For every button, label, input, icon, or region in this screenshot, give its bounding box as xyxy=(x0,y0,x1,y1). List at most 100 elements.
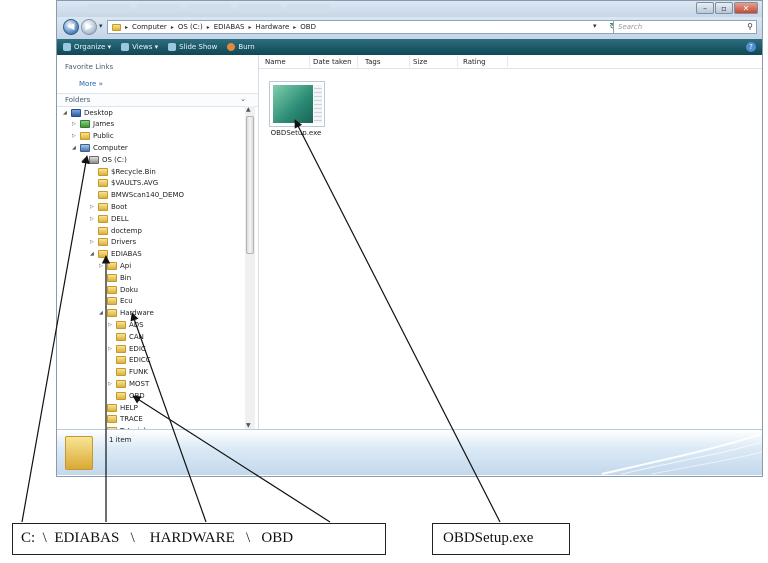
more-link[interactable]: More » xyxy=(79,80,103,88)
tree-item[interactable]: ▷ MOST xyxy=(108,378,149,389)
tree-item[interactable]: ◢ Computer xyxy=(72,142,128,153)
expand-toggle-icon[interactable]: ▷ xyxy=(90,216,95,222)
forward-button[interactable]: ▶ xyxy=(81,19,97,35)
tree-item[interactable]: CAN xyxy=(108,331,144,342)
views-icon xyxy=(121,43,130,51)
breadcrumb-separator[interactable]: ▸ xyxy=(207,24,210,31)
scroll-up-icon[interactable]: ▲ xyxy=(246,106,251,113)
address-dropdown[interactable]: ▾ xyxy=(593,22,597,30)
tree-item-label: CAN xyxy=(129,332,144,341)
expand-toggle-icon[interactable]: ▷ xyxy=(72,121,77,127)
expand-toggle-icon[interactable]: ▷ xyxy=(90,204,95,210)
folders-header[interactable]: Folders ⌄ xyxy=(57,93,258,107)
tree-item[interactable]: ▷ ADS xyxy=(108,319,144,330)
tree-item[interactable]: ▷ Api xyxy=(99,260,131,271)
breadcrumb-separator[interactable]: ▸ xyxy=(125,24,128,31)
folder-icon xyxy=(107,309,117,318)
tree-item[interactable]: ◢ Desktop xyxy=(63,107,113,118)
folder-icon xyxy=(98,167,108,176)
back-button[interactable]: ◀ xyxy=(63,19,79,35)
column-divider[interactable] xyxy=(507,56,508,67)
column-divider[interactable] xyxy=(409,56,410,67)
expand-toggle-icon[interactable]: ▷ xyxy=(72,133,77,139)
search-icon[interactable]: ⚲ xyxy=(747,21,753,33)
tree-item[interactable]: $Recycle.Bin xyxy=(90,166,156,177)
breadcrumb-item[interactable]: OS (C:) xyxy=(178,23,203,31)
expand-toggle-icon[interactable]: ▷ xyxy=(108,381,113,387)
item-count: 1 item xyxy=(109,436,132,444)
column-header-item[interactable]: Date taken xyxy=(313,58,352,66)
expand-toggle-icon[interactable]: ◢ xyxy=(99,310,104,316)
tree-item[interactable]: ▷ James xyxy=(72,119,114,130)
maximize-button[interactable]: ▫ xyxy=(715,2,733,14)
expand-toggle-icon[interactable]: ◢ xyxy=(63,110,68,116)
tree-item[interactable]: doctemp xyxy=(90,225,142,236)
breadcrumb-item[interactable]: EDIABAS xyxy=(214,23,245,31)
tree-item[interactable]: Doku xyxy=(99,284,138,295)
column-divider[interactable] xyxy=(457,56,458,67)
tree-item-label: Drivers xyxy=(111,238,137,247)
title-bar: – ▫ ✕ xyxy=(57,1,762,17)
breadcrumb-item[interactable]: OBD xyxy=(300,23,316,31)
column-divider[interactable] xyxy=(309,56,310,67)
column-divider[interactable] xyxy=(357,56,358,67)
column-header-item[interactable]: Name xyxy=(265,58,286,66)
expand-toggle-icon[interactable]: ▷ xyxy=(90,239,95,245)
file-name: OBDSetup.exe xyxy=(270,129,322,137)
toolbar-button[interactable]: Slide Show xyxy=(168,43,217,51)
tree-item[interactable]: ▷ Boot xyxy=(90,201,127,212)
chevron-down-icon[interactable]: ⌄ xyxy=(240,95,246,103)
tree-item[interactable]: Ecu xyxy=(99,296,133,307)
breadcrumb-item[interactable]: Computer xyxy=(132,23,167,31)
tree-item[interactable]: OBD xyxy=(108,390,145,401)
breadcrumb-separator[interactable]: ▸ xyxy=(171,24,174,31)
tree-scrollbar[interactable]: ▲ ▼ xyxy=(245,106,255,429)
close-button[interactable]: ✕ xyxy=(734,2,758,14)
folder-icon xyxy=(116,344,126,353)
tree-item[interactable]: ▷ Drivers xyxy=(90,237,136,248)
tree-item[interactable]: ▷ Public xyxy=(72,131,114,142)
recent-pages-dropdown[interactable]: ▾ xyxy=(99,22,103,30)
tree-item[interactable]: ◢ OS (C:) xyxy=(81,154,127,165)
breadcrumb-separator[interactable]: ▸ xyxy=(293,24,296,31)
breadcrumb-item[interactable]: Hardware xyxy=(255,23,289,31)
breadcrumb-separator[interactable]: ▸ xyxy=(248,24,251,31)
tree-item[interactable]: $VAULTS.AVG xyxy=(90,178,158,189)
file-thumbnail xyxy=(269,81,325,127)
expand-toggle-icon[interactable]: ▷ xyxy=(99,263,104,269)
toolbar-button[interactable]: Burn xyxy=(227,43,255,51)
folder-icon xyxy=(116,379,126,388)
help-icon[interactable]: ? xyxy=(746,42,756,52)
expand-toggle-icon[interactable]: ▷ xyxy=(108,322,113,328)
column-header-item[interactable]: Size xyxy=(413,58,427,66)
tree-item[interactable]: Bin xyxy=(99,272,131,283)
folder-icon xyxy=(107,297,117,306)
expand-toggle-icon[interactable]: ◢ xyxy=(81,157,86,163)
scroll-down-icon[interactable]: ▼ xyxy=(246,422,251,429)
column-header-item[interactable]: Rating xyxy=(463,58,486,66)
scrollbar-thumb[interactable] xyxy=(246,116,254,254)
tree-item-label: Doku xyxy=(120,285,138,294)
details-pane: 1 item xyxy=(57,429,762,475)
expand-toggle-icon[interactable]: ◢ xyxy=(72,145,77,151)
expand-toggle-icon[interactable]: ▷ xyxy=(108,346,113,352)
tree-item[interactable]: FUNK xyxy=(108,367,148,378)
folder-icon xyxy=(112,23,121,31)
tree-item[interactable]: EDICC xyxy=(108,355,151,366)
tree-item[interactable]: ▷ DELL xyxy=(90,213,129,224)
toolbar-button[interactable]: Organize ▾ xyxy=(63,43,111,51)
tree-item[interactable]: BMWScan140_DEMO xyxy=(90,190,184,201)
tree-item[interactable]: ◢ Hardware xyxy=(99,308,154,319)
search-input[interactable]: Search ⚲ xyxy=(613,20,757,34)
tree-item[interactable]: ▷ EDIC xyxy=(108,343,146,354)
address-bar[interactable]: ▸ Computer ▸ OS (C:) ▸ EDIABAS ▸ Hardware ▸ OBD xyxy=(107,20,625,34)
tree-item[interactable]: HELP xyxy=(99,402,138,413)
tree-item[interactable]: ◢ EDIABAS xyxy=(90,249,142,260)
folder-icon xyxy=(107,403,117,412)
slideshow-icon xyxy=(168,43,177,51)
expand-toggle-icon[interactable]: ◢ xyxy=(90,251,95,257)
minimize-button[interactable]: – xyxy=(696,2,714,14)
tree-item[interactable]: TRACE xyxy=(99,414,143,425)
column-header-item[interactable]: Tags xyxy=(365,58,381,66)
toolbar-button[interactable]: Views ▾ xyxy=(121,43,158,51)
